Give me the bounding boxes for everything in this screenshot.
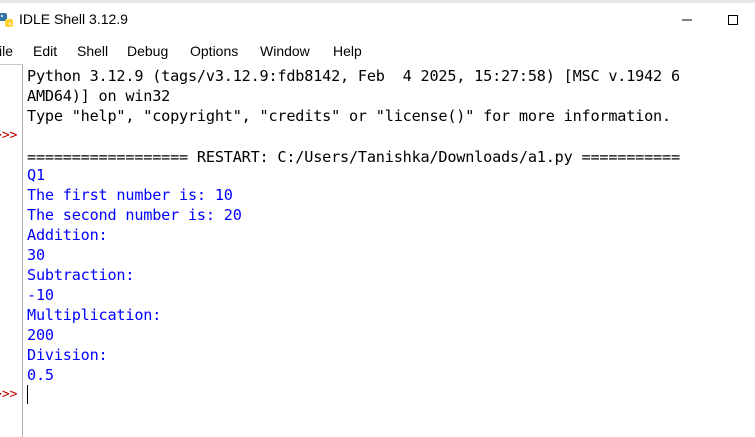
gutter-top-border [0, 64, 22, 65]
restart-line: ================== RESTART: C:/Users/Tan… [27, 148, 680, 166]
title-bar: IDLE Shell 3.12.9 [0, 0, 755, 40]
banner-line: Python 3.12.9 (tags/v3.12.9:fdb8142, Feb… [27, 67, 680, 85]
output-line: Subtraction: [27, 266, 135, 284]
output-line: Multiplication: [27, 306, 162, 324]
window-title: IDLE Shell 3.12.9 [19, 11, 128, 27]
shell-text-area[interactable]: Python 3.12.9 (tags/v3.12.9:fdb8142, Feb… [23, 64, 755, 437]
menu-bar: ile Edit Shell Debug Options Window Help [0, 40, 755, 64]
menu-file[interactable]: ile [0, 43, 13, 59]
banner-line: Type "help", "copyright", "credits" or "… [27, 107, 671, 125]
output-line: 30 [27, 246, 45, 264]
output-line: 0.5 [27, 366, 54, 384]
shell-prompt-marker: >>> [0, 128, 18, 143]
title-bar-top-strip [0, 0, 755, 3]
banner-line: AMD64)] on win32 [27, 87, 171, 105]
menu-options[interactable]: Options [190, 43, 238, 59]
shell-prompt-marker-current: >>> [0, 387, 18, 402]
text-cursor [27, 385, 28, 404]
maximize-button[interactable] [710, 6, 755, 34]
output-line: The first number is: 10 [27, 186, 233, 204]
menu-help[interactable]: Help [333, 43, 362, 59]
python-idle-icon [0, 13, 13, 27]
menu-debug[interactable]: Debug [127, 43, 168, 59]
minimize-icon [682, 19, 692, 21]
output-line: Q1 [27, 166, 45, 184]
output-line: Addition: [27, 226, 108, 244]
output-line: Division: [27, 346, 108, 364]
menu-shell[interactable]: Shell [77, 43, 108, 59]
menu-edit[interactable]: Edit [33, 43, 57, 59]
minimize-button[interactable] [664, 6, 710, 34]
shell-sidebar: >>> >>> [0, 64, 22, 437]
output-line: -10 [27, 286, 54, 304]
output-line: 200 [27, 326, 54, 344]
output-line: The second number is: 20 [27, 206, 242, 224]
maximize-icon [728, 15, 738, 25]
menu-window[interactable]: Window [260, 43, 310, 59]
